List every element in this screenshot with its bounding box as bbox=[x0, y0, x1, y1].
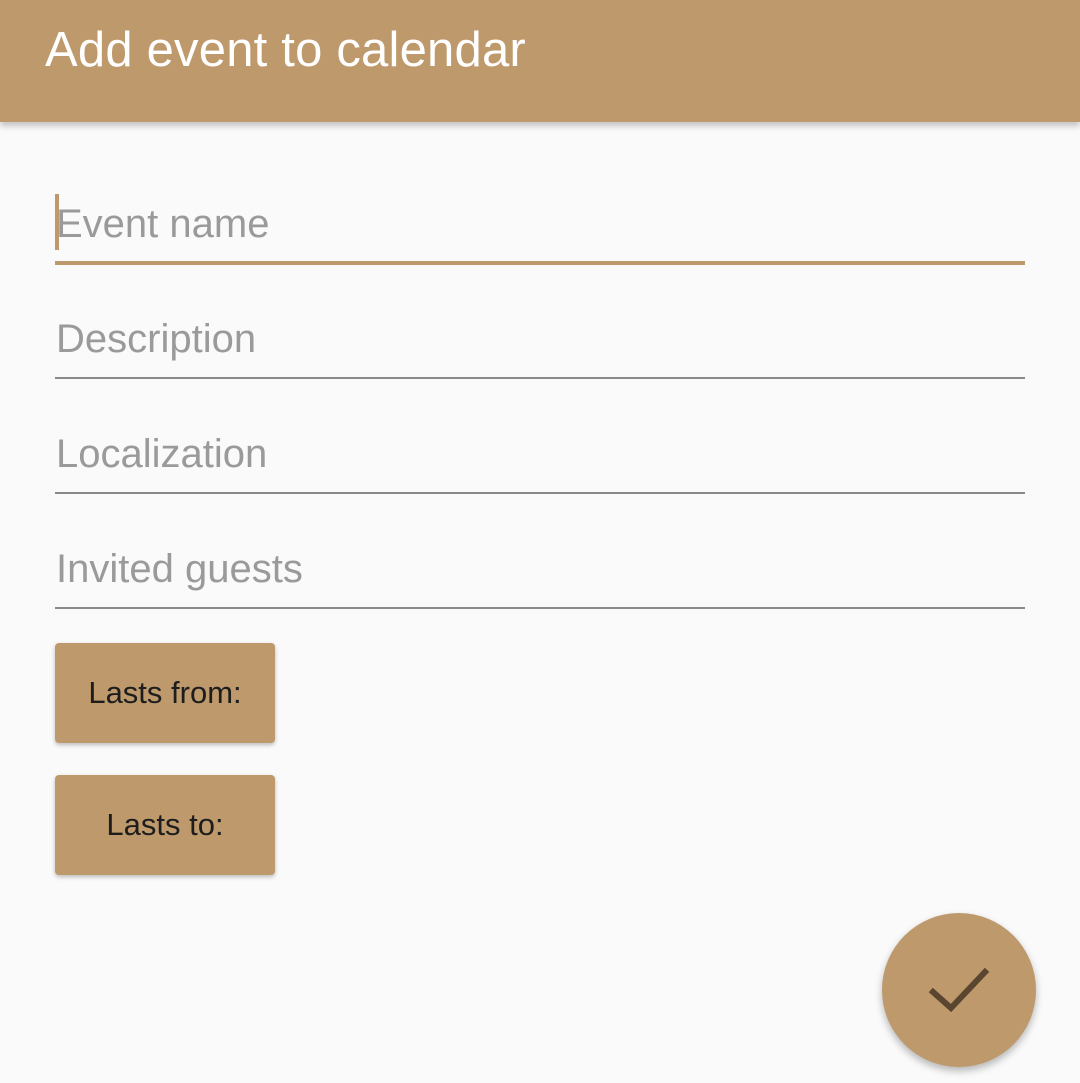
app-bar: Add event to calendar bbox=[0, 0, 1080, 122]
description-input[interactable] bbox=[55, 309, 1025, 369]
text-cursor bbox=[55, 194, 59, 250]
localization-field bbox=[55, 424, 1025, 494]
event-name-field bbox=[55, 194, 1025, 265]
check-icon bbox=[928, 967, 990, 1013]
page-title: Add event to calendar bbox=[45, 23, 526, 77]
invited-guests-underline bbox=[55, 607, 1025, 609]
description-field bbox=[55, 309, 1025, 379]
description-underline bbox=[55, 377, 1025, 379]
lasts-to-button[interactable]: Lasts to: bbox=[55, 775, 275, 875]
invited-guests-field bbox=[55, 539, 1025, 609]
lasts-from-button[interactable]: Lasts from: bbox=[55, 643, 275, 743]
event-name-underline bbox=[55, 261, 1025, 265]
localization-input[interactable] bbox=[55, 424, 1025, 484]
event-name-input[interactable] bbox=[55, 194, 1025, 254]
invited-guests-input[interactable] bbox=[55, 539, 1025, 599]
confirm-fab-button[interactable] bbox=[882, 913, 1036, 1067]
localization-underline bbox=[55, 492, 1025, 494]
